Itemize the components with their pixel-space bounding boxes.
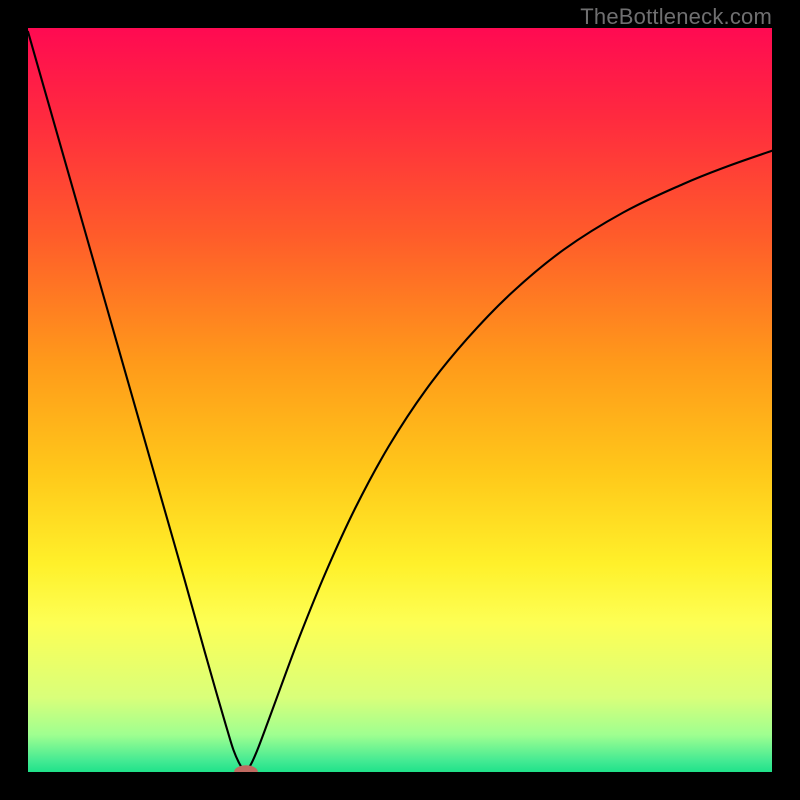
plot-area (28, 28, 772, 772)
watermark-text: TheBottleneck.com (580, 4, 772, 30)
chart-frame: TheBottleneck.com (0, 0, 800, 800)
minimum-marker (28, 28, 772, 772)
